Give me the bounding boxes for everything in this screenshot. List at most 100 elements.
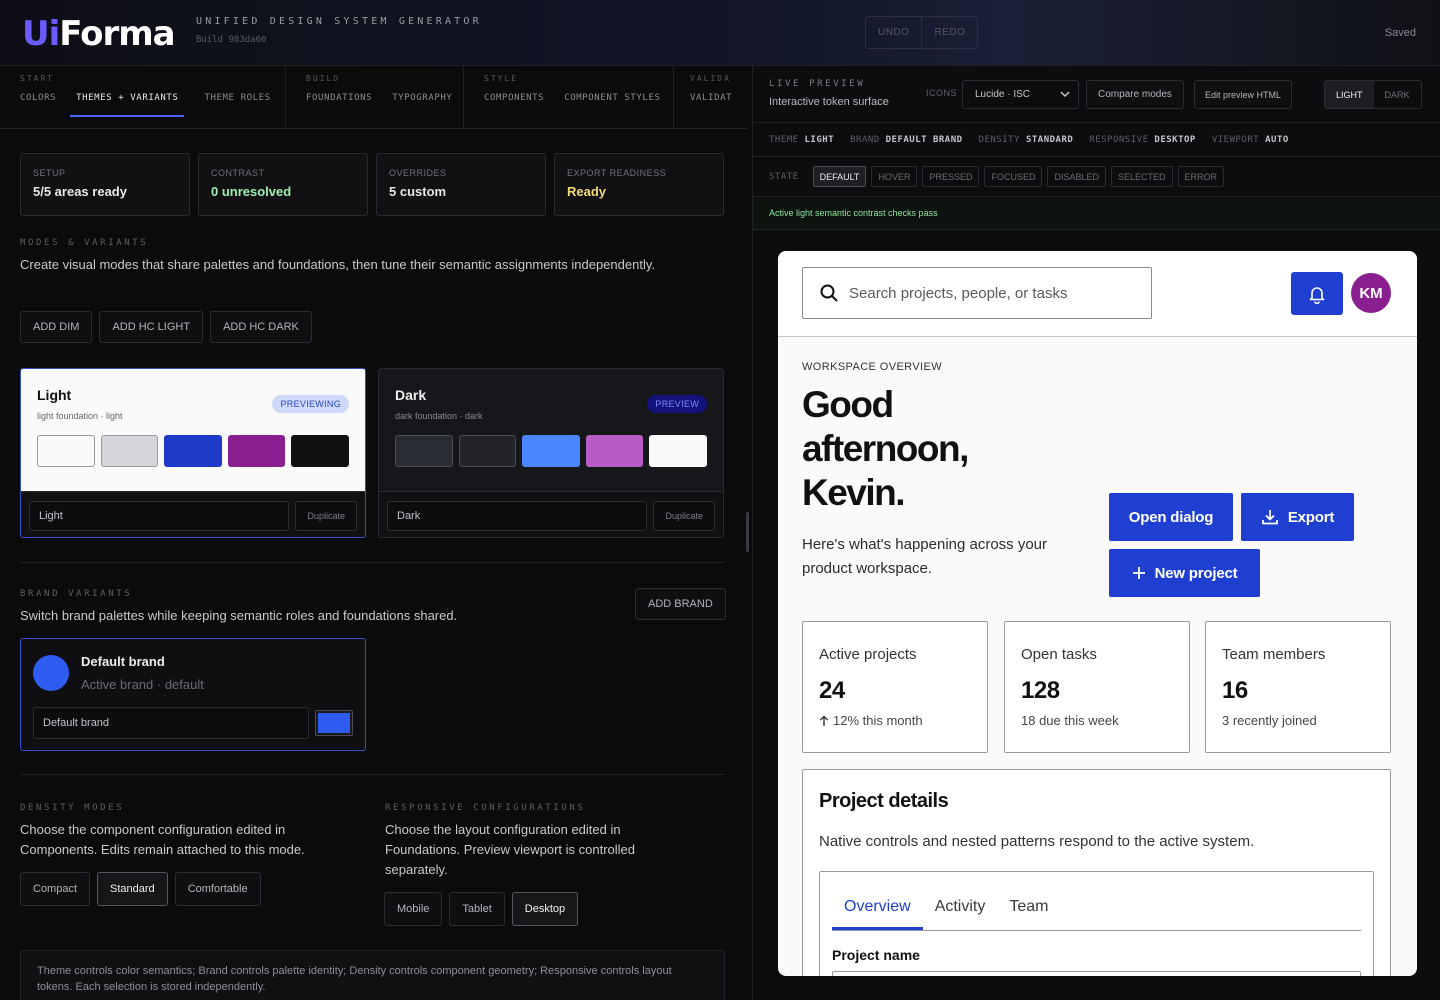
pane-resize-handle[interactable] (746, 512, 749, 552)
duplicate-button[interactable]: Duplicate (653, 500, 715, 531)
responsive-mobile[interactable]: Mobile (384, 892, 443, 926)
swatch-row (395, 435, 707, 467)
brand-description: Switch brand palettes while keeping sema… (20, 608, 458, 623)
state-error[interactable]: ERROR (1177, 166, 1225, 187)
stat-card-team-members: Team members 16 3 recently joined (1205, 621, 1391, 753)
color-swatch[interactable] (37, 435, 95, 467)
avatar[interactable]: KM (1351, 273, 1391, 313)
duplicate-button[interactable]: Duplicate (295, 500, 357, 531)
project-name-input[interactable] (832, 971, 1361, 976)
details-tabs-panel: Overview Activity Team Project name (819, 871, 1374, 976)
state-selected[interactable]: SELECTED (1111, 166, 1173, 187)
save-status: Saved (1384, 27, 1416, 39)
theme-card-dark[interactable]: Dark dark foundation · dark PREVIEW Dark… (378, 368, 724, 538)
state-pressed[interactable]: PRESSED (922, 166, 980, 187)
density-comfortable[interactable]: Comfortable (174, 872, 261, 906)
responsive-options: Mobile Tablet Desktop (384, 892, 579, 926)
density-label: DENSITY MODES (20, 803, 125, 813)
nav-group-validate: VALIDA VALIDAT (674, 66, 748, 129)
brand-color-picker[interactable] (315, 710, 353, 736)
color-swatch[interactable] (291, 435, 349, 467)
project-details-card: Project details Native controls and nest… (802, 769, 1391, 976)
status-card-setup: SETUP 5/5 areas ready (20, 153, 190, 216)
add-hc-light-button[interactable]: ADD HC LIGHT (99, 311, 204, 343)
preview-surface: Search projects, people, or tasks KM WOR… (778, 251, 1417, 976)
nav-item-themes-variants[interactable]: THEMES + VARIANTS (70, 93, 185, 117)
app-subtitle: UNIFIED DESIGN SYSTEM GENERATOR (196, 16, 482, 27)
brand-meta: UNIFIED DESIGN SYSTEM GENERATOR Build 98… (196, 16, 482, 45)
swatch-row (37, 435, 349, 467)
status-card-export: EXPORT READINESS Ready (554, 153, 724, 216)
color-swatch[interactable] (395, 435, 453, 467)
state-default[interactable]: DEFAULT (812, 166, 867, 187)
icons-label: ICONS (926, 88, 958, 98)
undo-button[interactable]: UNDO (866, 17, 921, 48)
density-standard[interactable]: Standard (97, 872, 168, 906)
add-brand-button[interactable]: ADD BRAND (635, 588, 726, 620)
state-hover[interactable]: HOVER (871, 166, 918, 187)
search-input[interactable]: Search projects, people, or tasks (802, 267, 1152, 319)
add-hc-dark-button[interactable]: ADD HC DARK (210, 311, 312, 343)
app-header: UiForma UNIFIED DESIGN SYSTEM GENERATOR … (0, 0, 1440, 66)
preview-mode-toggle: LIGHT DARK (1324, 80, 1422, 109)
theme-card-light[interactable]: Light light foundation · light PREVIEWIN… (20, 368, 366, 538)
theme-name-field[interactable]: Dark (387, 500, 648, 531)
density-description: Choose the component configuration edite… (20, 822, 305, 857)
app-logo: UiForma (22, 14, 176, 54)
state-disabled[interactable]: DISABLED (1047, 166, 1107, 187)
color-swatch[interactable] (227, 435, 286, 467)
tab-activity[interactable]: Activity (923, 898, 998, 930)
active-config-meta: THEME LIGHT BRAND DEFAULT BRAND DENSITY … (753, 123, 1440, 157)
state-selector: STATE DEFAULT HOVER PRESSED FOCUSED DISA… (753, 157, 1440, 197)
preview-badge[interactable]: PREVIEW (647, 395, 707, 413)
brand-card-default[interactable]: Default brand Active brand · default Def… (20, 638, 366, 751)
live-preview-label: LIVE PREVIEW (769, 79, 866, 89)
color-swatch[interactable] (164, 435, 222, 467)
mode-light[interactable]: LIGHT (1325, 81, 1374, 108)
color-swatch[interactable] (458, 435, 517, 467)
brand-name-field[interactable]: Default brand (33, 707, 309, 739)
responsive-desktop[interactable]: Desktop (511, 892, 579, 926)
brand-name: Default brand (81, 654, 165, 669)
export-button[interactable]: Export (1241, 493, 1354, 541)
color-swatch[interactable] (522, 435, 580, 467)
stat-card-active-projects: Active projects 24 12% this month (802, 621, 988, 753)
nav-group-start: START COLORS THEMES + VARIANTS THEME ROL… (0, 66, 286, 129)
notifications-button[interactable] (1291, 272, 1343, 315)
edit-preview-html-button[interactable]: Edit preview HTML (1194, 80, 1293, 109)
nav-item-validate[interactable]: VALIDAT (690, 93, 732, 115)
arrow-up-icon (820, 715, 828, 726)
nav-item-components[interactable]: COMPONENTS (484, 93, 544, 115)
add-dim-button[interactable]: ADD DIM (20, 311, 93, 343)
mode-dark[interactable]: DARK (1374, 81, 1421, 108)
nav-group-build: BUILD FOUNDATIONS TYPOGRAPHY (286, 66, 464, 129)
tab-team[interactable]: Team (997, 898, 1060, 930)
color-swatch[interactable] (649, 435, 707, 467)
compare-modes-button[interactable]: Compare modes (1086, 80, 1184, 109)
preview-pane: LIVE PREVIEW Interactive token surface I… (752, 66, 1440, 1000)
color-swatch[interactable] (100, 435, 159, 467)
state-focused[interactable]: FOCUSED (984, 166, 1043, 187)
live-preview-subtitle: Interactive token surface (769, 96, 889, 108)
theme-name-field[interactable]: Light (29, 500, 290, 531)
nav-item-foundations[interactable]: FOUNDATIONS (306, 93, 372, 115)
tab-list: Overview Activity Team (832, 872, 1361, 931)
redo-button[interactable]: REDO (921, 17, 977, 48)
tab-overview[interactable]: Overview (832, 898, 923, 930)
contrast-notice: Active light semantic contrast checks pa… (753, 197, 1440, 230)
nav-item-typography[interactable]: TYPOGRAPHY (392, 93, 452, 115)
new-project-button[interactable]: New project (1109, 549, 1260, 597)
previewing-badge: PREVIEWING (272, 395, 349, 413)
color-swatch[interactable] (585, 435, 644, 467)
nav-item-component-styles[interactable]: COMPONENT STYLES (564, 93, 660, 115)
nav-item-theme-roles[interactable]: THEME ROLES (204, 93, 270, 117)
nav-item-colors[interactable]: COLORS (20, 93, 56, 117)
density-compact[interactable]: Compact (20, 872, 91, 906)
section-nav: START COLORS THEMES + VARIANTS THEME ROL… (0, 66, 748, 129)
footnote-text: Theme controls color semantics; Brand co… (37, 965, 672, 993)
open-dialog-button[interactable]: Open dialog (1109, 493, 1233, 541)
responsive-tablet[interactable]: Tablet (449, 892, 505, 926)
status-card-contrast: CONTRAST 0 unresolved (198, 153, 368, 216)
icon-set-select[interactable]: Lucide · ISC (962, 80, 1079, 109)
build-id: Build 983da60 (196, 35, 267, 45)
